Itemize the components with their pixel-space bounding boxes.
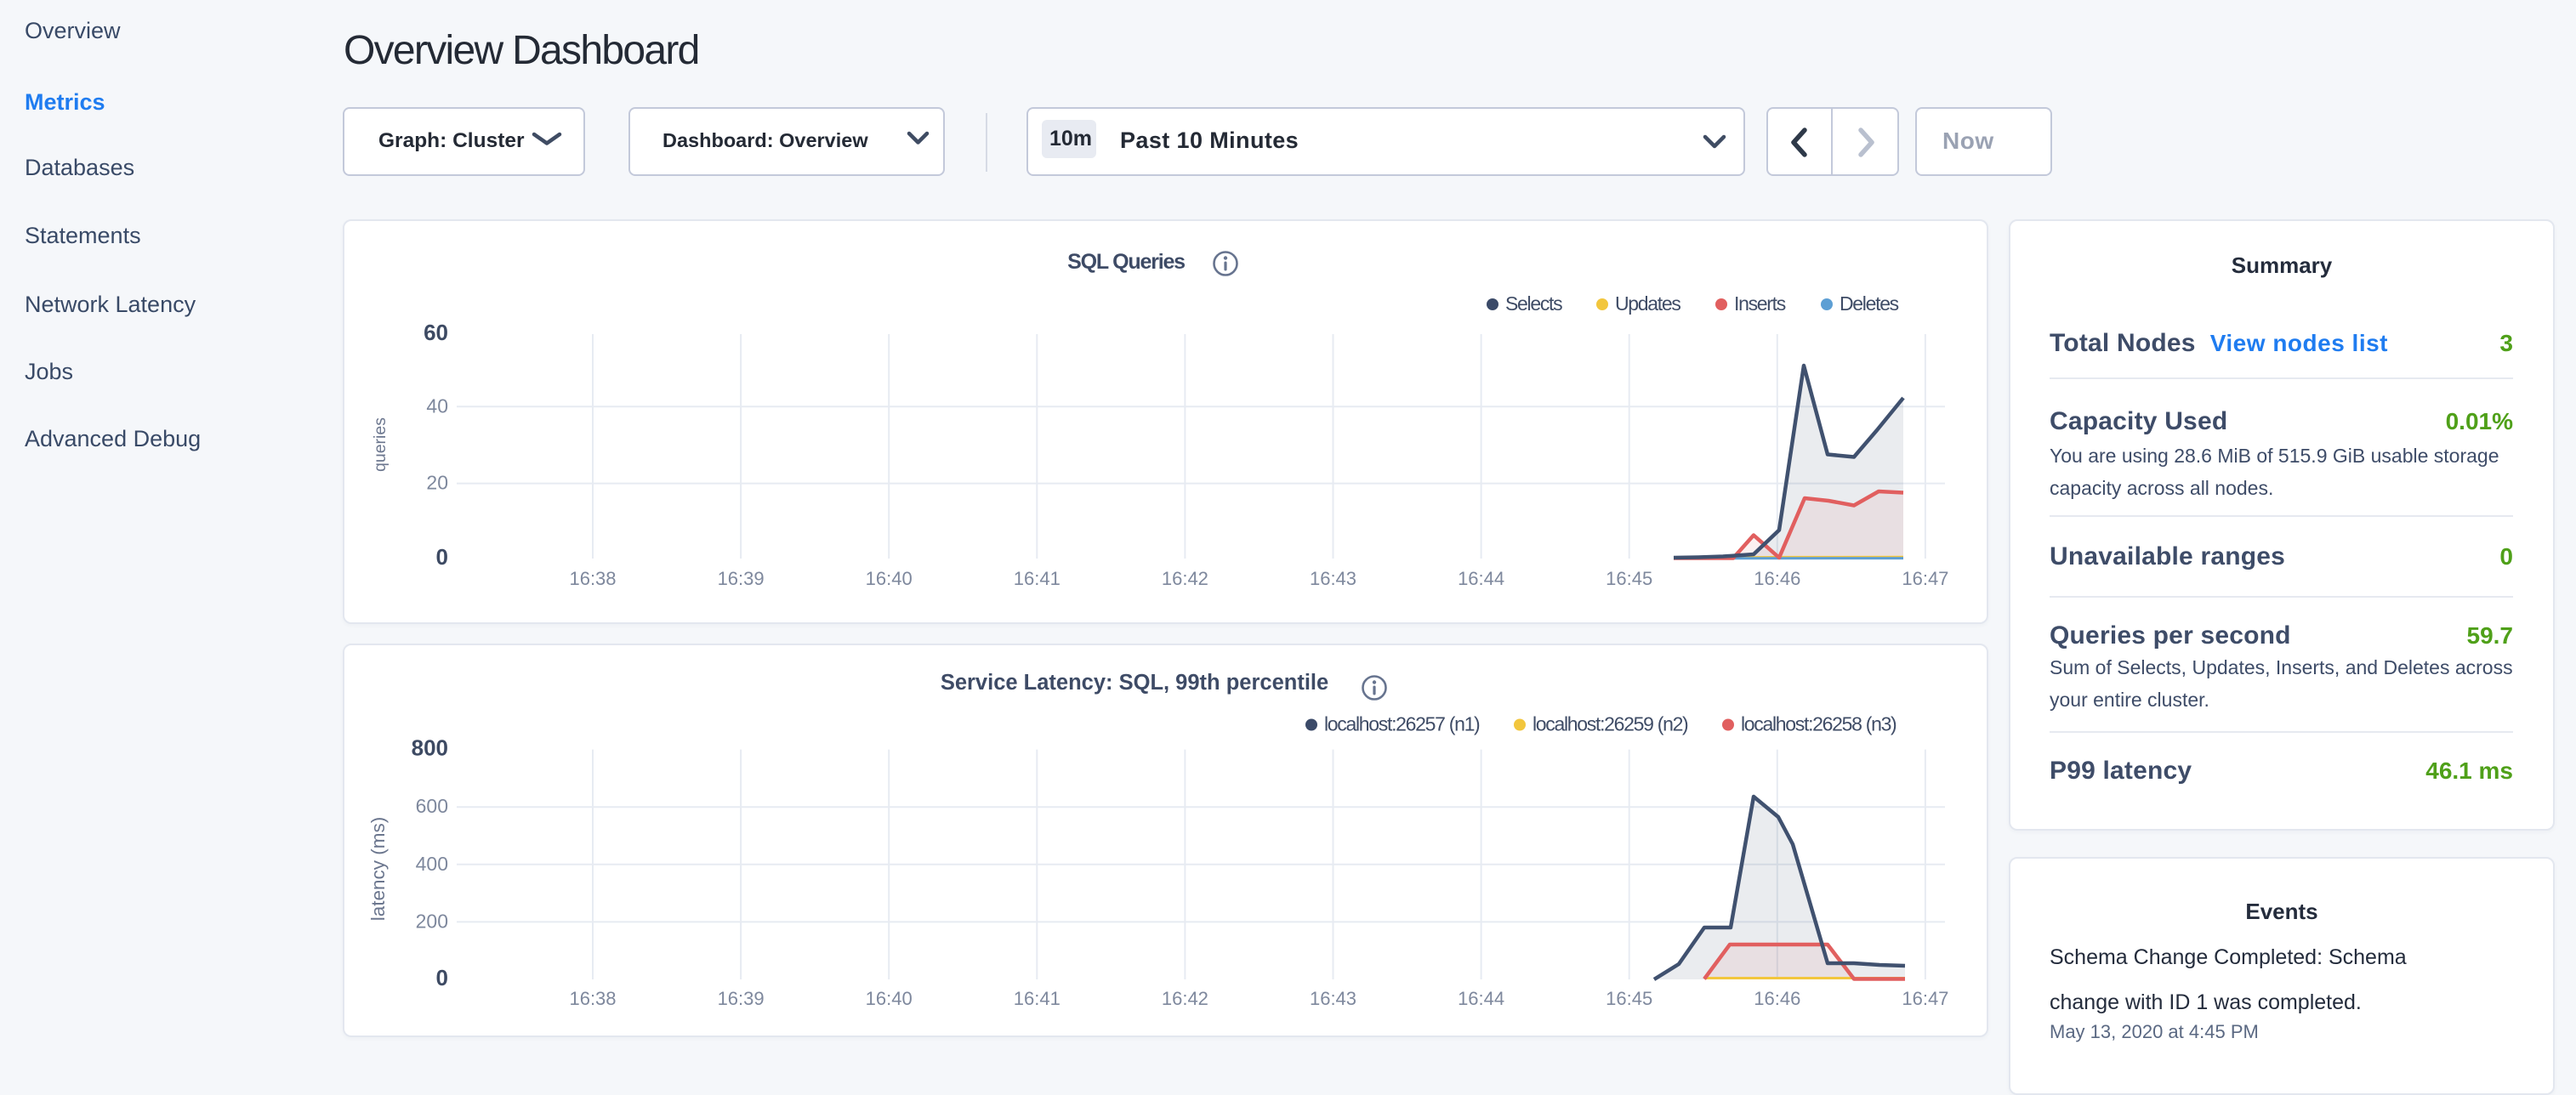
svg-text:Inserts: Inserts — [1734, 292, 1786, 315]
svg-text:queries: queries — [371, 417, 390, 472]
svg-text:16:41: 16:41 — [1014, 568, 1061, 589]
svg-text:16:43: 16:43 — [1310, 568, 1356, 589]
svg-text:16:39: 16:39 — [718, 568, 765, 589]
svg-text:0: 0 — [436, 544, 448, 570]
svg-text:20: 20 — [426, 472, 448, 494]
svg-text:16:40: 16:40 — [866, 988, 913, 1009]
svg-text:40: 40 — [426, 394, 448, 417]
svg-text:Deletes: Deletes — [1840, 292, 1899, 315]
svg-text:16:38: 16:38 — [569, 988, 616, 1009]
svg-text:16:39: 16:39 — [718, 988, 765, 1009]
svg-text:16:41: 16:41 — [1014, 988, 1061, 1009]
svg-text:16:42: 16:42 — [1162, 568, 1208, 589]
svg-text:800: 800 — [412, 735, 448, 761]
svg-text:16:38: 16:38 — [569, 568, 616, 589]
svg-text:200: 200 — [416, 910, 448, 932]
svg-text:600: 600 — [416, 795, 448, 817]
svg-text:400: 400 — [416, 853, 448, 875]
svg-text:16:42: 16:42 — [1162, 988, 1208, 1009]
svg-text:Selects: Selects — [1505, 292, 1562, 315]
svg-text:16:46: 16:46 — [1754, 988, 1800, 1009]
svg-text:localhost:26258 (n3): localhost:26258 (n3) — [1741, 713, 1896, 735]
svg-text:16:47: 16:47 — [1902, 988, 1948, 1009]
svg-text:localhost:26259 (n2): localhost:26259 (n2) — [1533, 713, 1688, 735]
svg-text:latency (ms): latency (ms) — [367, 817, 389, 922]
svg-text:16:45: 16:45 — [1606, 988, 1652, 1009]
svg-text:16:44: 16:44 — [1458, 568, 1504, 589]
svg-text:16:44: 16:44 — [1458, 988, 1504, 1009]
svg-text:16:43: 16:43 — [1310, 988, 1356, 1009]
svg-text:16:46: 16:46 — [1754, 568, 1800, 589]
svg-text:16:45: 16:45 — [1606, 568, 1652, 589]
svg-text:16:40: 16:40 — [866, 568, 913, 589]
svg-text:Updates: Updates — [1615, 292, 1680, 315]
svg-text:localhost:26257 (n1): localhost:26257 (n1) — [1324, 713, 1480, 735]
svg-text:60: 60 — [424, 320, 448, 345]
svg-text:16:47: 16:47 — [1902, 568, 1948, 589]
svg-text:0: 0 — [436, 965, 448, 990]
